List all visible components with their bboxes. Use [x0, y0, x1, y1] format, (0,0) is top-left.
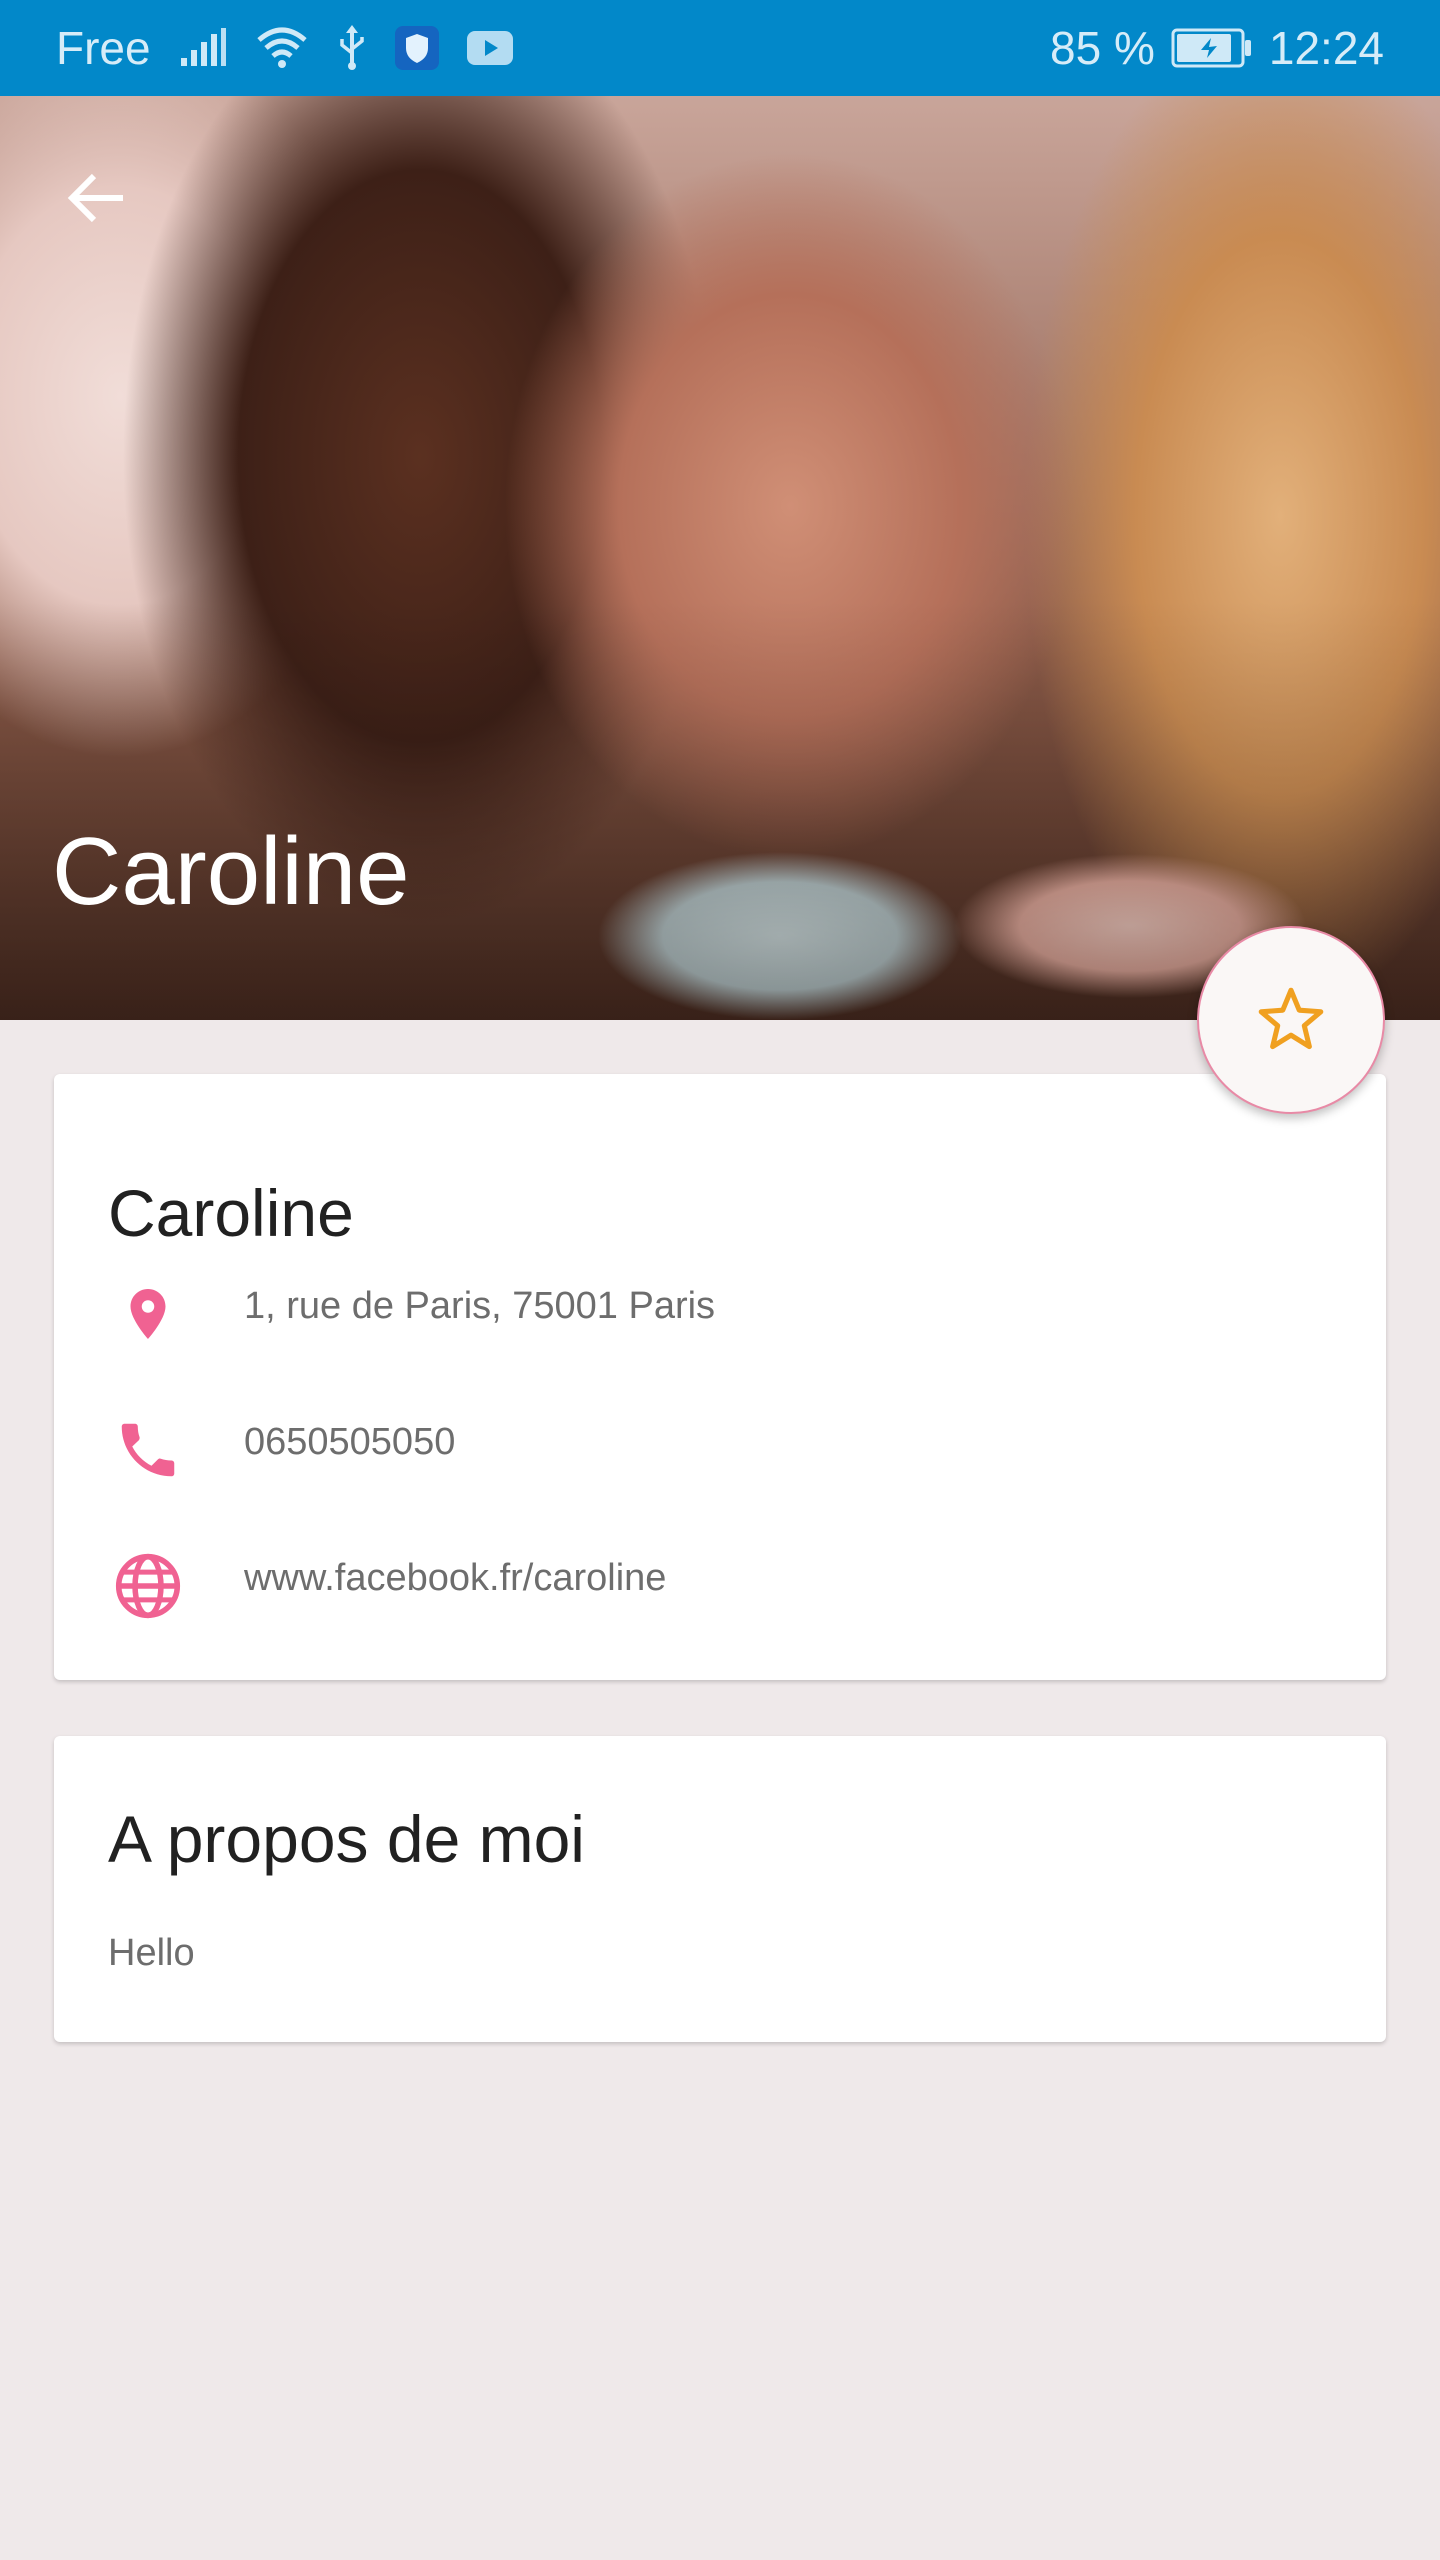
address-text: 1, rue de Paris, 75001 Paris: [244, 1285, 716, 1327]
profile-screen: Free 85 % 12:24 Caroline Caroline 1, rue…: [0, 0, 1440, 2560]
battery-icon: [1171, 28, 1253, 68]
favorite-button[interactable]: [1197, 926, 1385, 1114]
status-bar: Free 85 % 12:24: [0, 0, 1440, 96]
phone-row[interactable]: 0650505050: [108, 1410, 1346, 1490]
phone-icon: [108, 1410, 188, 1490]
about-card: A propos de moi Hello: [54, 1736, 1386, 2042]
about-text: Hello: [108, 1932, 195, 1974]
status-left: Free: [56, 0, 513, 96]
contact-card: Caroline 1, rue de Paris, 75001 Paris 06…: [54, 1074, 1386, 1680]
website-link[interactable]: www.facebook.fr/caroline: [244, 1556, 666, 1602]
arrow-back-icon: [67, 173, 123, 223]
location-pin-icon: [108, 1274, 188, 1354]
shield-icon: [394, 26, 439, 70]
status-right: 85 % 12:24: [1050, 0, 1384, 96]
battery-percent: 85 %: [1050, 22, 1155, 74]
clock: 12:24: [1268, 22, 1384, 74]
address-row[interactable]: 1, rue de Paris, 75001 Paris: [108, 1274, 1346, 1354]
youtube-icon: [466, 31, 513, 65]
about-title: A propos de moi: [108, 1802, 585, 1876]
wifi-icon: [255, 26, 309, 70]
website-row[interactable]: www.facebook.fr/caroline: [108, 1546, 1346, 1626]
back-button[interactable]: [52, 154, 140, 242]
globe-icon: [108, 1546, 188, 1626]
hero-photo: Caroline: [0, 96, 1440, 1020]
phone-text: 0650505050: [244, 1421, 456, 1463]
carrier-label: Free: [56, 22, 151, 74]
contact-name: Caroline: [108, 1176, 354, 1250]
star-outline-icon: [1258, 987, 1324, 1050]
usb-icon: [337, 25, 367, 71]
hero-title: Caroline: [52, 818, 410, 925]
signal-icon: [179, 28, 227, 68]
